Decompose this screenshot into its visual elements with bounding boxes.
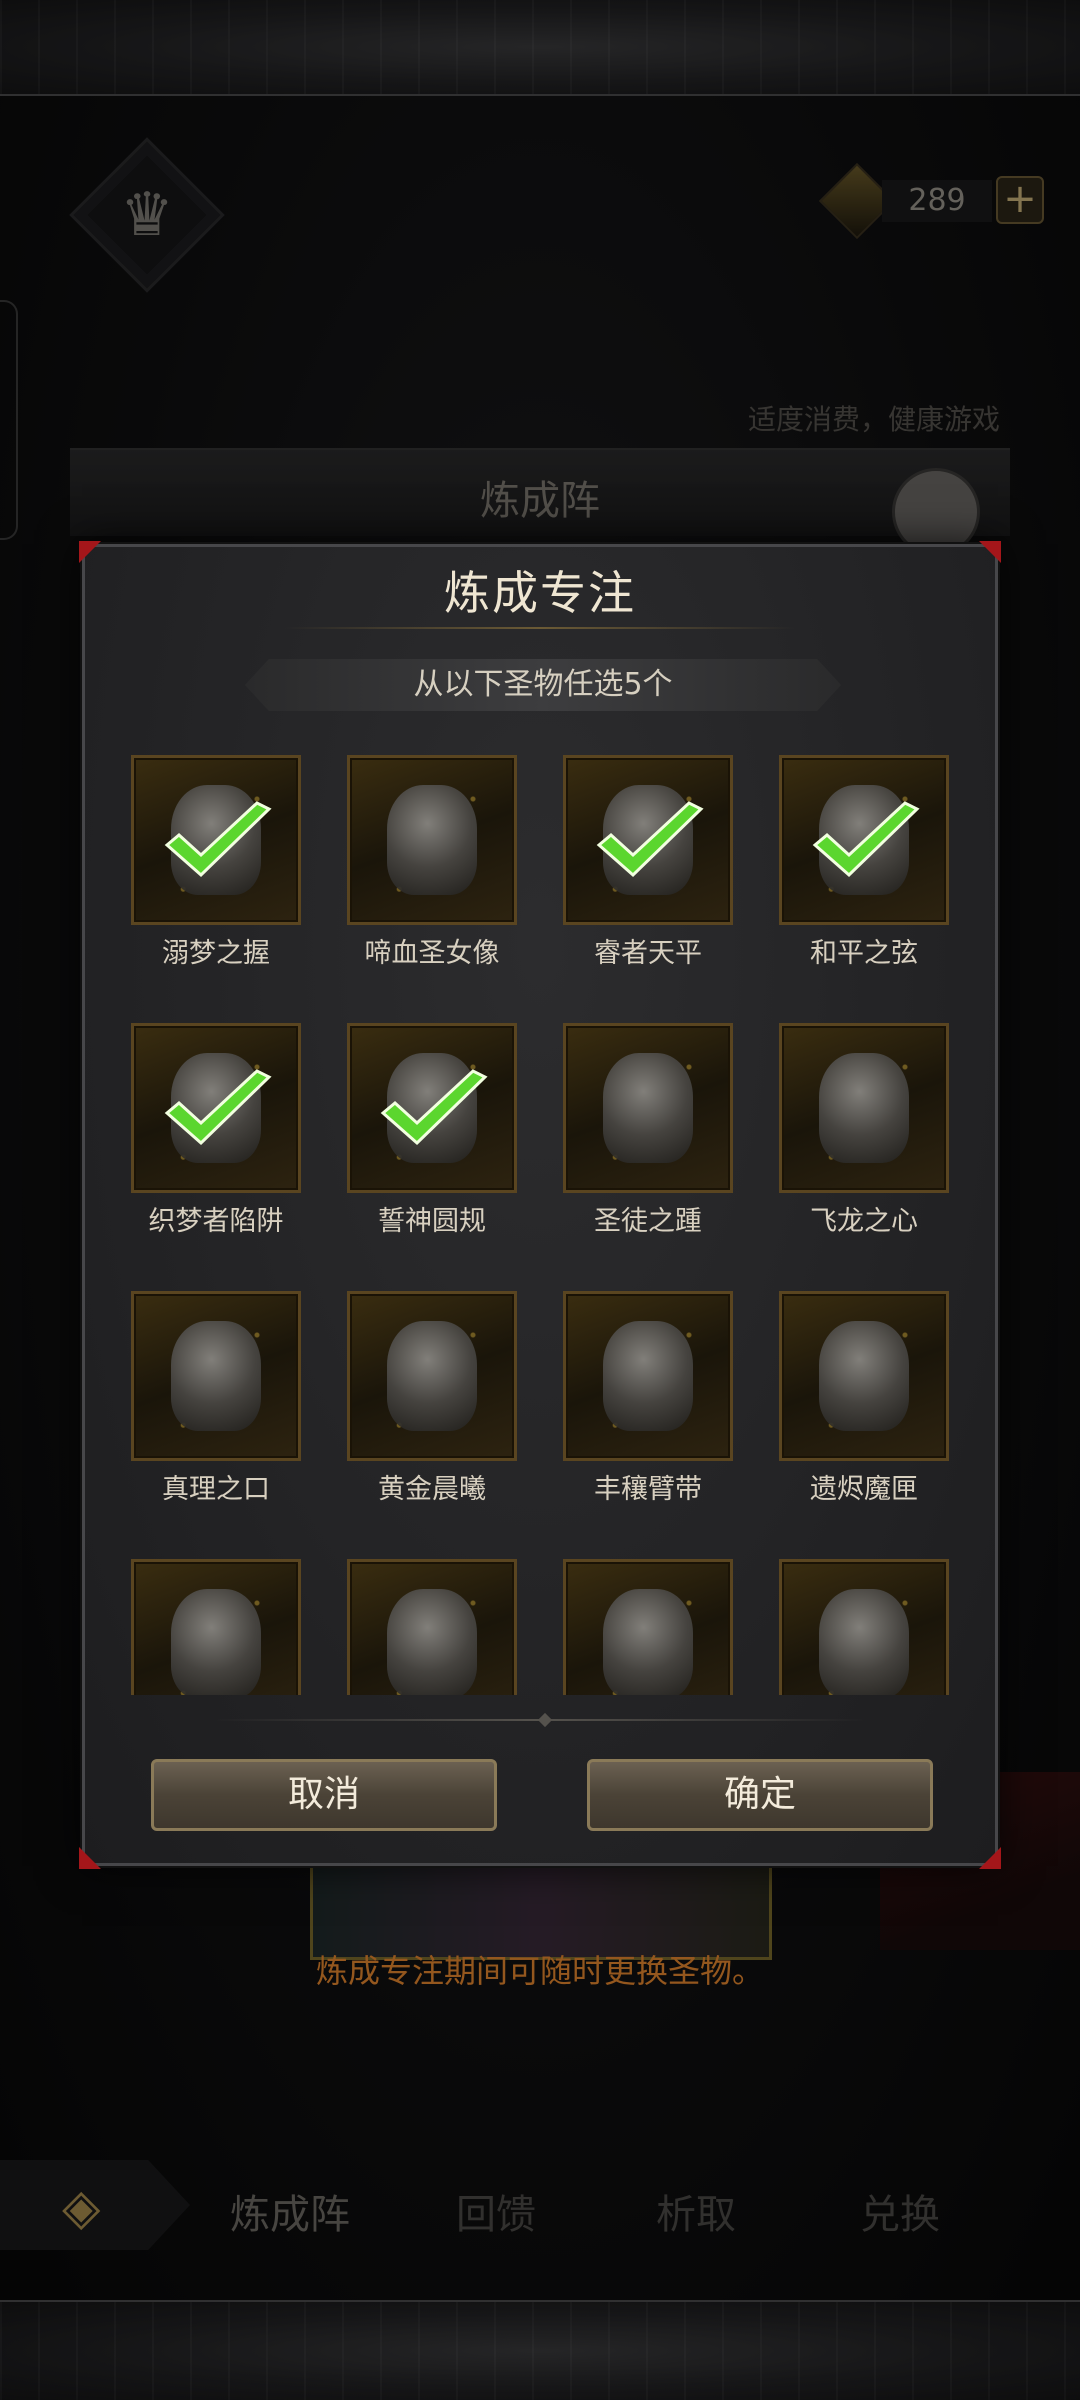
relic-artwork bbox=[603, 1321, 693, 1431]
relic-name: 飞龙之心 bbox=[810, 1206, 918, 1237]
cancel-button[interactable]: 取消 bbox=[151, 1759, 497, 1831]
checkmark-icon bbox=[812, 801, 920, 878]
relic-artwork bbox=[819, 1589, 909, 1695]
relic-item[interactable] bbox=[563, 1559, 733, 1695]
relic-grid[interactable]: 溺梦之握 啼血圣女像 睿者天平 和平之弦织梦者陷阱 誓神圆规 圣徒之踵 飞龙之心真理之口 黄金… bbox=[85, 755, 1001, 1695]
checkmark-icon bbox=[164, 801, 272, 878]
corner-ornament bbox=[979, 1847, 1001, 1869]
relic-artwork bbox=[387, 785, 477, 895]
relic-name: 圣徒之踵 bbox=[594, 1206, 702, 1237]
relic-item[interactable]: 和平之弦 bbox=[779, 755, 949, 969]
relic-item[interactable] bbox=[131, 1559, 301, 1695]
relic-artwork bbox=[171, 1589, 261, 1695]
corner-ornament bbox=[79, 1847, 101, 1869]
checkmark-icon bbox=[596, 801, 704, 878]
confirm-button[interactable]: 确定 bbox=[587, 1759, 933, 1831]
relic-item[interactable]: 织梦者陷阱 bbox=[131, 1023, 301, 1237]
relic-artwork bbox=[819, 1053, 909, 1163]
relic-name: 睿者天平 bbox=[594, 938, 702, 969]
dialog-subtitle: 从以下圣物任选5个 bbox=[245, 659, 841, 711]
relic-name: 啼血圣女像 bbox=[364, 938, 500, 969]
relic-item[interactable]: 誓神圆规 bbox=[347, 1023, 517, 1237]
relic-artwork bbox=[387, 1589, 477, 1695]
checkmark-icon bbox=[380, 1069, 488, 1146]
relic-item[interactable]: 丰穰臂带 bbox=[563, 1291, 733, 1505]
relic-item[interactable]: 黄金晨曦 bbox=[347, 1291, 517, 1505]
relic-item[interactable]: 圣徒之踵 bbox=[563, 1023, 733, 1237]
relic-name: 织梦者陷阱 bbox=[148, 1206, 284, 1237]
refine-focus-dialog: 炼成专注 从以下圣物任选5个 溺梦之握 啼血圣女像 睿者天平 和平之弦织梦者陷阱 誓神圆… bbox=[79, 541, 1001, 1869]
relic-artwork bbox=[603, 1053, 693, 1163]
dialog-title: 炼成专注 bbox=[444, 566, 636, 620]
relic-item[interactable]: 飞龙之心 bbox=[779, 1023, 949, 1237]
relic-item[interactable]: 遗烬魔匣 bbox=[779, 1291, 949, 1505]
relic-artwork bbox=[603, 1589, 693, 1695]
relic-artwork bbox=[387, 1321, 477, 1431]
relic-name: 遗烬魔匣 bbox=[810, 1474, 918, 1505]
relic-name: 黄金晨曦 bbox=[378, 1474, 486, 1505]
relic-name: 誓神圆规 bbox=[378, 1206, 486, 1237]
relic-item[interactable]: 睿者天平 bbox=[563, 755, 733, 969]
relic-item[interactable] bbox=[779, 1559, 949, 1695]
relic-name: 溺梦之握 bbox=[162, 938, 270, 969]
relic-name: 和平之弦 bbox=[810, 938, 918, 969]
relic-item[interactable]: 真理之口 bbox=[131, 1291, 301, 1505]
relic-artwork bbox=[171, 1321, 261, 1431]
relic-item[interactable]: 溺梦之握 bbox=[131, 755, 301, 969]
scroll-divider bbox=[215, 1712, 865, 1728]
relic-item[interactable] bbox=[347, 1559, 517, 1695]
relic-artwork bbox=[819, 1321, 909, 1431]
relic-name: 真理之口 bbox=[162, 1474, 270, 1505]
title-divider bbox=[285, 627, 795, 629]
checkmark-icon bbox=[164, 1069, 272, 1146]
relic-item[interactable]: 啼血圣女像 bbox=[347, 755, 517, 969]
relic-name: 丰穰臂带 bbox=[594, 1474, 702, 1505]
